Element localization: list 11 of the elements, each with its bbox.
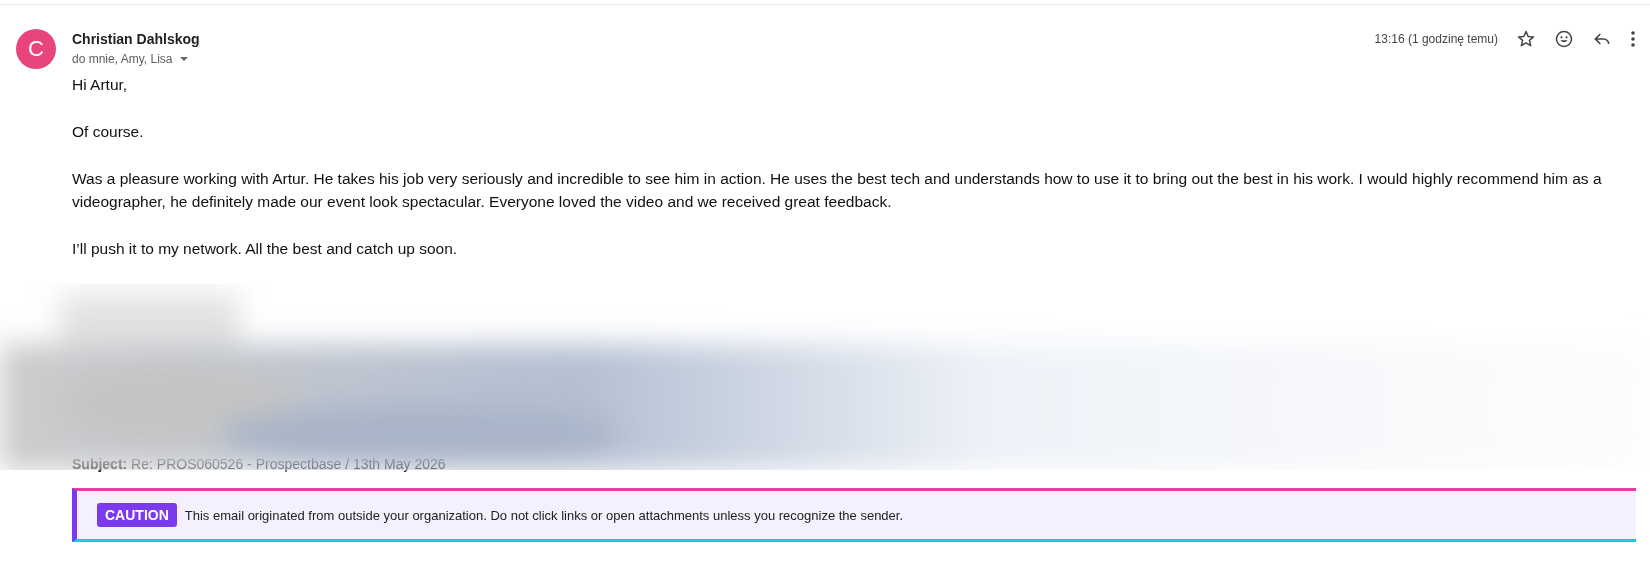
- body-paragraph: Hi Artur,: [72, 75, 129, 95]
- quoted-subject: Subject: Re: PROS060526 - Prospectbase / 13th May 2026: [72, 456, 447, 472]
- avatar-initial: C: [28, 36, 44, 62]
- timestamp: 13:16 (1 godzinę temu): [1374, 32, 1498, 46]
- body-paragraph: Of course.: [72, 122, 145, 142]
- caution-text: This email originated from outside your organization. Do not click links or open attachments unless you recognize the sender.: [184, 507, 904, 523]
- body-paragraph: I’ll push it to my network. All the best and catch up soon.: [72, 239, 459, 259]
- body-paragraph: Was a pleasure working with Artur. He takes his job very seriously and incredible to see him in action. He uses the best tech and understands how to use it to bring out the best in his work. I would highly recommend him as a videographer, he definitely made our event look spectacular. Everyone loved the video and we received great feedback.: [72, 169, 1603, 212]
- sender-name: Christian Dahlskog: [72, 31, 200, 47]
- recipients: do mnie, Amy, Lisa: [72, 52, 173, 66]
- caution-label: CAUTION: [97, 503, 177, 527]
